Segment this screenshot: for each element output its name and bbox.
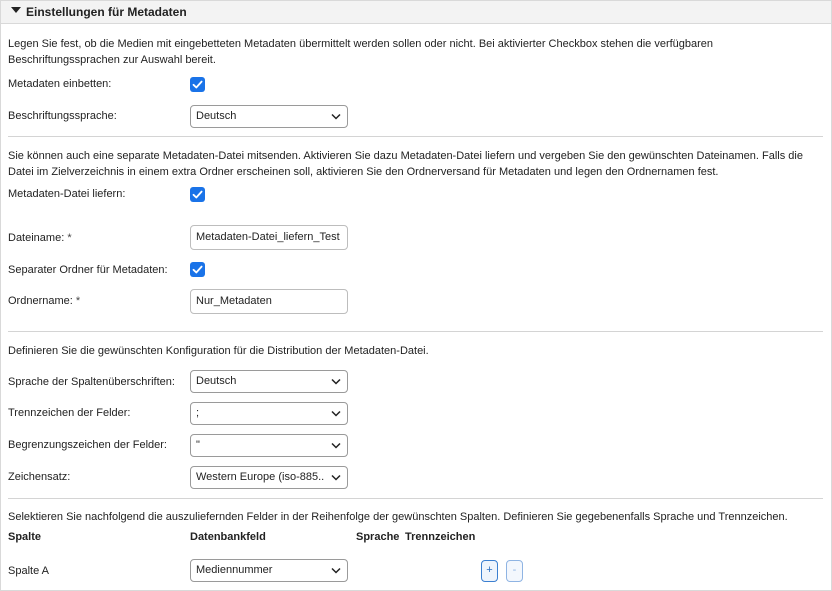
embed-metadata-checkbox[interactable] (190, 77, 205, 92)
field-delimiter-value: " (196, 439, 200, 451)
database-field-value: Mediennummer (196, 564, 273, 576)
header-language-select[interactable]: Deutsch (190, 370, 348, 393)
foldername-value: Nur_Metadaten (196, 295, 272, 307)
charset-value: Western Europe (iso-885... (196, 471, 324, 483)
section-header[interactable]: Einstellungen für Metadaten (1, 1, 831, 24)
filename-value: Metadaten-Datei_liefern_Test (196, 231, 340, 243)
column-header-datenbankfeld: Datenbankfeld (190, 531, 266, 543)
embed-description: Legen Sie fest, ob die Medien mit eingeb… (8, 38, 714, 66)
foldername-label: Ordnername: * (8, 293, 80, 309)
field-separator-value: ; (196, 407, 200, 419)
columns-description: Selektieren Sie nachfolgend die auszulie… (8, 511, 788, 523)
column-row-label: Spalte A (8, 565, 49, 577)
field-separator-label: Trennzeichen der Felder: (8, 407, 131, 419)
chevron-down-icon (331, 474, 341, 481)
foldername-label-text: Ordnername: (8, 295, 73, 307)
field-separator-select[interactable]: ; (190, 402, 348, 425)
divider (8, 136, 823, 137)
chevron-down-icon (331, 410, 341, 417)
caption-language-value: Deutsch (196, 110, 237, 122)
add-column-button[interactable]: + (481, 560, 498, 582)
database-field-select[interactable]: Mediennummer (190, 559, 348, 582)
add-column-label: + (486, 564, 493, 576)
language-label: Beschriftungssprache: (8, 110, 117, 122)
file-description: Sie können auch eine separate Metadaten-… (8, 150, 803, 178)
field-delimiter-select[interactable]: " (190, 434, 348, 457)
filename-label-text: Dateiname: (8, 232, 65, 244)
caption-language-select[interactable]: Deutsch (190, 105, 348, 128)
required-marker: * (67, 232, 72, 244)
deliver-file-checkbox[interactable] (190, 187, 205, 202)
chevron-down-icon (331, 567, 341, 574)
chevron-down-icon (331, 113, 341, 120)
foldername-input[interactable]: Nur_Metadaten (190, 289, 348, 314)
embed-label: Metadaten einbetten: (8, 78, 112, 90)
column-header-spalte: Spalte (8, 531, 42, 543)
header-language-value: Deutsch (196, 375, 237, 387)
caret-down-icon[interactable] (11, 7, 21, 13)
header-language-label: Sprache der Spaltenüberschriften: (8, 376, 175, 388)
separate-folder-label: Separater Ordner für Metadaten: (8, 264, 168, 276)
column-header-trennzeichen: Trennzeichen (405, 531, 476, 543)
required-marker: * (75, 295, 81, 307)
field-delimiter-label: Begrenzungszeichen der Felder: (8, 439, 167, 451)
remove-column-button[interactable]: - (506, 560, 523, 582)
column-header-sprache: Sprache (356, 531, 400, 543)
remove-column-label: - (512, 564, 517, 576)
section-title: Einstellungen für Metadaten (26, 5, 187, 19)
metadata-settings-panel: Einstellungen für Metadaten Legen Sie fe… (0, 0, 832, 591)
deliver-file-label: Metadaten-Datei liefern: (8, 188, 126, 200)
checkmark-icon (192, 80, 203, 89)
separate-folder-checkbox[interactable] (190, 262, 205, 277)
charset-select[interactable]: Western Europe (iso-885... (190, 466, 348, 489)
filename-label: Dateiname: * (8, 230, 72, 246)
chevron-down-icon (331, 378, 341, 385)
divider (8, 498, 823, 499)
filename-input[interactable]: Metadaten-Datei_liefern_Test (190, 225, 348, 250)
checkmark-icon (192, 190, 203, 199)
charset-label: Zeichensatz: (8, 471, 71, 483)
checkmark-icon (192, 265, 203, 274)
chevron-down-icon (331, 442, 341, 449)
config-description: Definieren Sie die gewünschten Konfigura… (8, 345, 429, 357)
divider (8, 331, 823, 332)
